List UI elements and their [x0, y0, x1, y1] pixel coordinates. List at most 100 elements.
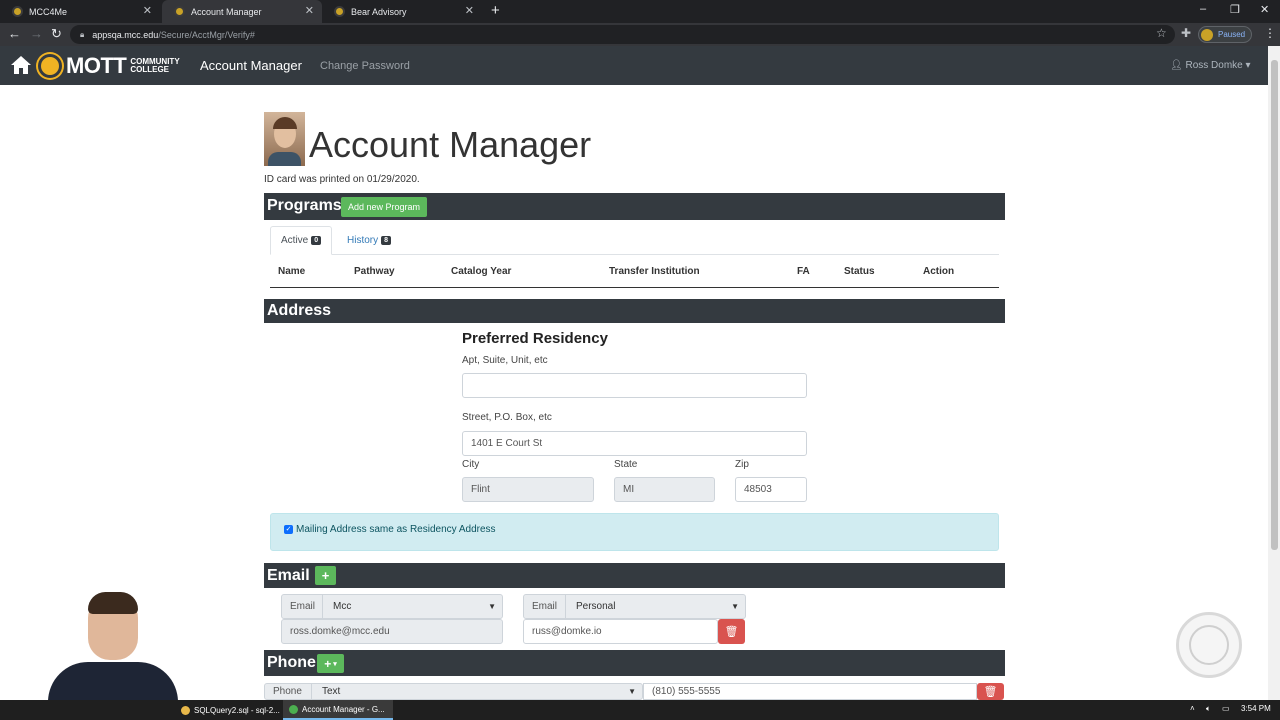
id-card-note: ID card was printed on 01/29/2020.: [264, 174, 420, 185]
taskbar-item-active[interactable]: Account Manager - G...: [283, 700, 393, 720]
phone-heading: Phone: [267, 654, 316, 671]
tab-history[interactable]: History 8: [337, 226, 401, 255]
browser-tab-bar: MCC4Me ✕ Account Manager ✕ Bear Advisory…: [0, 0, 1280, 23]
select-value: Text: [322, 686, 341, 697]
scrollbar-thumb[interactable]: [1271, 60, 1278, 550]
chevron-down-icon: ▼: [628, 687, 636, 696]
state-label: State: [614, 459, 638, 470]
user-menu[interactable]: 👤︎ Ross Domke ▾: [1170, 60, 1251, 71]
profile-avatar-icon: [1201, 28, 1213, 41]
browser-tab[interactable]: Bear Advisory ✕: [322, 0, 482, 23]
column-header-pathway: Pathway: [354, 266, 395, 277]
navbar-brand-title[interactable]: Account Manager: [200, 58, 302, 73]
tab-active[interactable]: Active 0: [270, 226, 333, 255]
column-header-transfer-institution: Transfer Institution: [609, 266, 700, 277]
column-header-catalog-year: Catalog Year: [451, 266, 512, 277]
browser-tab-label: Bear Advisory: [351, 6, 407, 17]
new-tab-icon[interactable]: +: [491, 2, 500, 19]
add-phone-button[interactable]: + ▾: [317, 654, 344, 673]
email-type-select[interactable]: Personal ▼: [565, 594, 746, 619]
chevron-down-icon: ▼: [731, 602, 739, 611]
bookmark-star-icon[interactable]: ☆: [1156, 26, 1167, 40]
minimize-icon[interactable]: –: [1200, 3, 1206, 15]
browser-menu-icon[interactable]: ⋮: [1264, 26, 1276, 40]
address-header: Address: [264, 299, 1005, 323]
network-icon[interactable]: ▭: [1222, 704, 1230, 713]
change-password-link[interactable]: Change Password: [320, 60, 410, 72]
logo-text: MOTT: [66, 53, 127, 78]
mcc-favicon-icon: [334, 6, 345, 17]
windows-taskbar: SQLQuery2.sql - sql-2... Account Manager…: [0, 700, 1280, 720]
caret-down-icon: ▾: [333, 660, 337, 668]
browser-tab[interactable]: MCC4Me ✕: [0, 0, 160, 23]
mcc-favicon-icon: [174, 6, 185, 17]
caret-down-icon: ▾: [1245, 60, 1251, 71]
logo-subtext: COMMUNITY COLLEGE: [130, 57, 180, 74]
address-bar[interactable]: 🔒︎ appsqa.mcc.edu/Secure/AcctMgr/Verify#: [70, 25, 1175, 44]
email-heading: Email: [267, 567, 310, 584]
delete-phone-button[interactable]: 🗑︎: [977, 683, 1004, 700]
sql-app-icon: [181, 705, 190, 715]
email-prefix: Email: [523, 594, 566, 619]
apt-label: Apt, Suite, Unit, etc: [462, 355, 548, 366]
browser-tab-label: Account Manager: [191, 6, 262, 17]
email-type-select[interactable]: Mcc ▼: [322, 594, 503, 619]
phone-prefix: Phone: [264, 683, 312, 700]
mailing-same-checkbox[interactable]: ✓: [284, 525, 293, 534]
reload-icon[interactable]: ↻: [51, 26, 62, 42]
volume-icon[interactable]: 🔈︎: [1206, 704, 1211, 714]
back-icon[interactable]: ←: [8, 26, 21, 41]
select-value: Personal: [576, 601, 616, 612]
forward-icon[interactable]: →: [30, 26, 43, 41]
extensions-puzzle-icon[interactable]: ✚: [1181, 26, 1191, 40]
mailing-same-label[interactable]: Mailing Address same as Residency Addres…: [296, 524, 496, 535]
programs-heading: Programs: [267, 197, 342, 214]
webcam-overlay: [30, 588, 180, 700]
college-seal-icon: [38, 54, 62, 78]
street-input[interactable]: 1401 E Court St: [462, 431, 807, 456]
url-host: appsqa.mcc.edu: [92, 29, 159, 40]
select-value: Mcc: [333, 601, 352, 612]
close-icon[interactable]: ✕: [305, 4, 314, 17]
restore-icon[interactable]: ❐: [1230, 3, 1240, 16]
tray-chevron-icon[interactable]: ˄: [1190, 704, 1195, 713]
close-icon[interactable]: ✕: [143, 4, 152, 17]
user-icon: 👤︎: [1170, 60, 1183, 71]
delete-email-button[interactable]: 🗑︎: [718, 619, 745, 644]
browser-tab-active[interactable]: Account Manager ✕: [162, 0, 322, 23]
mott-logo[interactable]: MOTT COMMUNITY COLLEGE: [38, 53, 180, 79]
browser-toolbar: ← → ↻ 🔒︎ appsqa.mcc.edu/Secure/AcctMgr/V…: [0, 23, 1280, 46]
profile-button[interactable]: Paused: [1198, 26, 1253, 43]
count-badge: 0: [311, 236, 322, 245]
close-icon[interactable]: ✕: [465, 4, 474, 17]
email-address-input[interactable]: ross.domke@mcc.edu: [281, 619, 503, 644]
street-label: Street, P.O. Box, etc: [462, 412, 552, 423]
zip-label: Zip: [735, 459, 749, 470]
state-input[interactable]: MI: [614, 477, 715, 502]
tab-label: Active: [281, 235, 309, 246]
email-header: Email: [264, 563, 1005, 588]
profile-photo: [264, 112, 305, 166]
city-label: City: [462, 459, 480, 470]
plus-icon: +: [324, 656, 332, 671]
address-heading: Address: [267, 302, 332, 319]
add-program-button[interactable]: Add new Program: [341, 197, 427, 217]
email-address-input[interactable]: russ@domke.io: [523, 619, 718, 644]
phone-header: Phone: [264, 650, 1005, 676]
apt-input[interactable]: [462, 373, 807, 398]
count-badge: 8: [381, 236, 392, 245]
zip-input[interactable]: 48503: [735, 477, 807, 502]
email-prefix: Email: [281, 594, 323, 619]
phone-type-select[interactable]: Text ▼: [311, 683, 643, 700]
taskbar-item[interactable]: SQLQuery2.sql - sql-2...: [175, 700, 285, 720]
taskbar-clock[interactable]: 3:54 PM: [1241, 704, 1271, 713]
mcc-favicon-icon: [12, 6, 23, 17]
add-email-button[interactable]: +: [315, 566, 336, 585]
city-input[interactable]: Flint: [462, 477, 594, 502]
preferred-residency-heading: Preferred Residency: [462, 330, 608, 347]
phone-number-input[interactable]: (810) 555-5555: [643, 683, 977, 700]
home-icon[interactable]: [10, 55, 32, 75]
taskbar-item-label: SQLQuery2.sql - sql-2...: [194, 705, 280, 715]
user-name: Ross Domke: [1185, 60, 1243, 71]
close-window-icon[interactable]: ✕: [1260, 3, 1269, 16]
